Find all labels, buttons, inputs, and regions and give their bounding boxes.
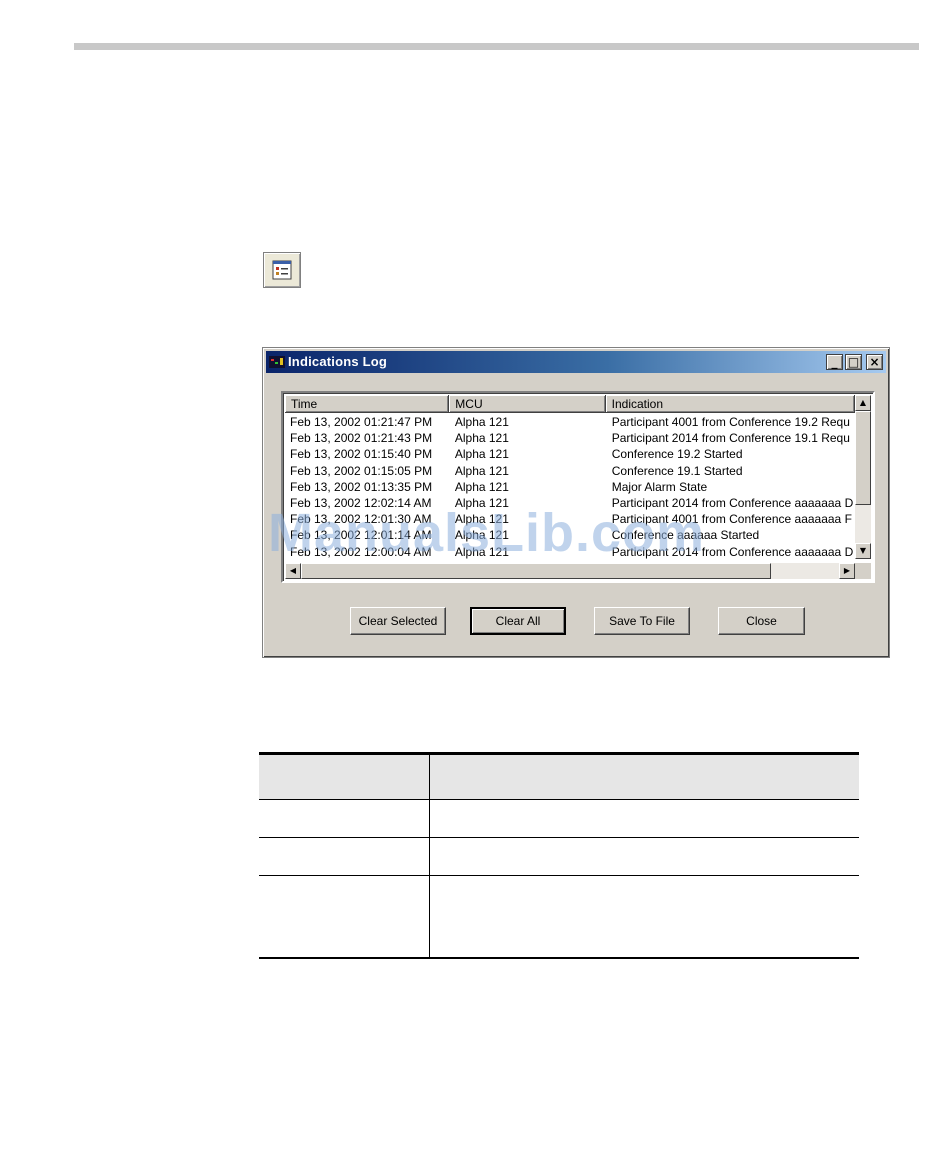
scroll-down-icon[interactable]: ▼ — [855, 543, 871, 559]
table-header-cell — [259, 755, 430, 799]
mcu-cell: Alpha 121 — [454, 479, 509, 494]
table-row — [259, 800, 859, 838]
table-cell — [430, 838, 859, 875]
column-header-time[interactable]: Time — [285, 395, 450, 413]
minimize-icon: _ — [831, 355, 838, 369]
indication-cell: Conference aaaaaa Started — [611, 528, 760, 543]
table-cell — [259, 876, 430, 957]
time-cell: Feb 13, 2002 12:02:14 AM — [290, 495, 432, 510]
maximize-icon: □ — [847, 355, 860, 369]
scroll-right-icon[interactable]: ▶ — [839, 563, 855, 579]
list-row[interactable]: Feb 13, 2002 01:13:35 PM Alpha 121 Major A… — [285, 479, 855, 495]
time-cell: Feb 13, 2002 01:21:47 PM — [290, 415, 433, 429]
indication-cell: Conference 19.1 Started — [611, 463, 743, 478]
indication-cell: Participant 2014 from Conference aaaaaaa… — [611, 544, 854, 559]
indications-log-toolbar-button[interactable] — [263, 252, 301, 288]
document-table — [259, 752, 859, 959]
scroll-up-icon[interactable]: ▲ — [855, 395, 871, 411]
indication-cell: Participant 4001 from Conference 19.2 Re… — [611, 415, 850, 429]
list-row[interactable]: Feb 13, 2002 01:21:47 PM Alpha 121 Partici… — [285, 414, 855, 430]
table-cell — [430, 876, 859, 957]
minimize-button[interactable]: _ — [826, 354, 843, 370]
indication-cell: Participant 4001 from Conference aaaaaaa… — [611, 512, 852, 527]
scroll-left-icon[interactable]: ◀ — [285, 563, 301, 579]
indication-cell: Participant 2014 from Conference 19.1 Re… — [611, 431, 850, 446]
table-cell — [259, 838, 430, 875]
time-cell: Feb 13, 2002 12:00:04 AM — [290, 544, 432, 559]
vertical-scroll-thumb[interactable] — [855, 411, 871, 505]
indications-log-dialog: Indications Log _ □ × Time MCU Indicatio… — [262, 347, 890, 658]
close-button[interactable]: Close — [718, 607, 805, 635]
list-row[interactable]: Feb 13, 2002 01:21:43 PM Alpha 121 Partici… — [285, 430, 855, 446]
close-icon: × — [869, 355, 880, 369]
scrollbar-corner — [855, 563, 871, 579]
vertical-scrollbar[interactable]: ▲ ▼ — [855, 395, 871, 559]
list-row[interactable]: Feb 13, 2002 01:15:05 PM Alpha 121 Confere… — [285, 463, 855, 479]
time-cell: Feb 13, 2002 01:13:35 PM — [290, 479, 433, 494]
mcu-cell: Alpha 121 — [454, 495, 509, 510]
list-row[interactable]: Feb 13, 2002 12:01:14 AM Alpha 121 Confere… — [285, 527, 855, 543]
table-cell — [430, 800, 859, 837]
clear-all-button[interactable]: Clear All — [470, 607, 566, 635]
app-icon — [269, 356, 285, 368]
mcu-cell: Alpha 121 — [454, 544, 509, 559]
indication-cell: Major Alarm State — [611, 479, 708, 494]
column-header-mcu[interactable]: MCU — [449, 395, 606, 413]
time-cell: Feb 13, 2002 01:21:43 PM — [290, 431, 433, 446]
list-row[interactable]: Feb 13, 2002 12:01:30 AM Alpha 121 Partici… — [285, 511, 855, 527]
column-header-indication[interactable]: Indication — [605, 395, 855, 413]
window-controls: _ □ × — [826, 354, 883, 370]
indication-cell: Participant 2014 from Conference aaaaaaa… — [611, 495, 854, 510]
list-header: Time MCU Indication — [285, 395, 855, 413]
time-cell: Feb 13, 2002 12:01:14 AM — [290, 528, 432, 543]
dialog-titlebar[interactable]: Indications Log _ □ × — [266, 351, 886, 373]
table-header-cell — [430, 755, 859, 799]
indication-cell: Conference 19.2 Started — [611, 447, 743, 462]
horizontal-scroll-thumb[interactable] — [301, 563, 771, 579]
dialog-title: Indications Log — [288, 354, 388, 369]
time-cell: Feb 13, 2002 01:15:05 PM — [290, 463, 433, 478]
list-row[interactable]: Feb 13, 2002 01:15:40 PM Alpha 121 Confere… — [285, 446, 855, 462]
table-row — [259, 876, 859, 957]
table-row — [259, 838, 859, 876]
mcu-cell: Alpha 121 — [454, 431, 509, 446]
page-header-rule — [74, 43, 919, 50]
horizontal-scrollbar[interactable]: ◀ ▶ — [285, 563, 855, 579]
mcu-cell: Alpha 121 — [454, 415, 509, 429]
maximize-button[interactable]: □ — [845, 354, 862, 370]
time-cell: Feb 13, 2002 01:15:40 PM — [290, 447, 433, 462]
clear-selected-button[interactable]: Clear Selected — [350, 607, 446, 635]
table-header-row — [259, 755, 859, 800]
table-cell — [259, 800, 430, 837]
mcu-cell: Alpha 121 — [454, 512, 509, 527]
save-to-file-button[interactable]: Save To File — [594, 607, 690, 635]
list-rows: Feb 13, 2002 01:21:47 PM Alpha 121 Partici… — [285, 414, 855, 560]
close-window-button[interactable]: × — [866, 354, 883, 370]
mcu-cell: Alpha 121 — [454, 463, 509, 478]
time-cell: Feb 13, 2002 12:01:30 AM — [290, 512, 432, 527]
mcu-cell: Alpha 121 — [454, 447, 509, 462]
list-settings-icon — [272, 260, 292, 280]
indications-list[interactable]: Time MCU Indication Feb 13, 2002 01:21:4… — [281, 391, 875, 583]
mcu-cell: Alpha 121 — [454, 528, 509, 543]
list-row[interactable]: Feb 13, 2002 12:00:04 AM Alpha 121 Partici… — [285, 544, 855, 560]
list-row[interactable]: Feb 13, 2002 12:02:14 AM Alpha 121 Partici… — [285, 495, 855, 511]
